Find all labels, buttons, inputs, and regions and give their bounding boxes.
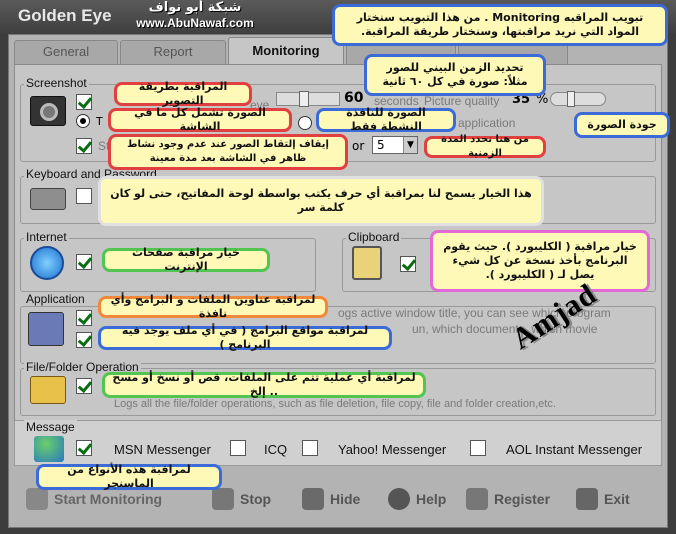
- yahoo-label: Yahoo! Messenger: [338, 442, 447, 457]
- exit-button[interactable]: Exit: [576, 484, 630, 514]
- msn-label: MSN Messenger: [114, 442, 211, 457]
- message-title: Message: [24, 420, 77, 434]
- screenshot-checkbox[interactable]: [76, 94, 92, 110]
- annotation-active-window: الصورة للنافذة النشطة فقط: [316, 106, 456, 133]
- exit-label: Exit: [604, 491, 630, 507]
- whole-screen-radio[interactable]: [76, 114, 90, 128]
- stop-icon: [212, 488, 234, 510]
- help-button[interactable]: Help: [388, 484, 446, 514]
- annotation-app-locations: لمراقبة مواقع البرامج ( في أي ملف يوجد ف…: [98, 324, 392, 351]
- hide-button[interactable]: Hide: [302, 484, 360, 514]
- site-logo-arabic: شبكة أبو نواف: [148, 0, 242, 15]
- stop-or-label: or: [352, 139, 365, 153]
- hide-label: Hide: [330, 491, 361, 507]
- application-title: Application: [24, 292, 87, 306]
- annotation-file-ops: لمراقبة أي عملية تتم على الملفات، قص أو …: [102, 371, 426, 398]
- app-locations-checkbox[interactable]: [76, 332, 92, 348]
- application-window-icon: [28, 312, 64, 346]
- aol-checkbox[interactable]: [470, 440, 486, 456]
- register-label: Register: [494, 491, 551, 507]
- tab-general[interactable]: General: [14, 40, 118, 64]
- active-window-radio[interactable]: [298, 116, 312, 130]
- tab-report[interactable]: Report: [120, 40, 226, 64]
- icq-checkbox[interactable]: [230, 440, 246, 456]
- aol-label: AOL Instant Messenger: [506, 442, 643, 457]
- annotation-stop-capture: إيقاف إلتقاط الصور عند عدم وجود نشاط ظاه…: [108, 134, 348, 170]
- chevron-down-icon: ▼: [403, 137, 417, 153]
- keyboard-checkbox[interactable]: [76, 188, 92, 204]
- stop-label: Stop: [240, 491, 272, 507]
- app-titles-checkbox[interactable]: [76, 310, 92, 326]
- internet-explorer-icon: [30, 246, 64, 280]
- folder-icon: [30, 376, 66, 404]
- quality-slider[interactable]: [550, 91, 606, 107]
- clipboard-checkbox[interactable]: [400, 256, 416, 272]
- whole-screen-label: T: [96, 115, 103, 128]
- minutes-dropdown[interactable]: 5 ▼: [372, 136, 418, 154]
- filefolder-desc: Logs all the file/folder operations, suc…: [114, 398, 556, 410]
- interval-value: 60: [344, 90, 364, 106]
- tab-monitoring[interactable]: Monitoring: [228, 37, 344, 65]
- annotation-messenger: لمراقبة هذه الأنواع من الماسنجر: [36, 463, 222, 490]
- clipboard-icon: [352, 246, 382, 280]
- help-label: Help: [416, 491, 447, 507]
- annotation-quality: جودة الصورة: [574, 112, 670, 138]
- annotation-keyboard: هذا الخيار يسمح لنا بمراقبة أي حرف يكتب …: [98, 176, 544, 226]
- internet-title: Internet: [24, 230, 69, 244]
- clipboard-title: Clipboard: [346, 230, 402, 244]
- yahoo-checkbox[interactable]: [302, 440, 318, 456]
- annotation-set-period: من هنا نحدد المدة الزمنية: [424, 134, 546, 159]
- annotation-app-titles: لمراقبة عناوين الملفات و البرامج وأي ناف…: [98, 293, 328, 320]
- help-icon: [388, 488, 410, 510]
- filefolder-checkbox[interactable]: [76, 378, 92, 394]
- play-icon: [26, 488, 48, 510]
- camera-icon: [30, 96, 66, 126]
- keyboard-icon: [30, 188, 66, 210]
- annotation-top: تبويب المراقبه Monitoring . من هذا التبو…: [332, 4, 668, 46]
- active-window-label: application: [458, 116, 516, 130]
- start-label: Start Monitoring: [54, 491, 163, 507]
- annotation-internet: خيار مراقبة صفحات الإنترنت: [102, 246, 270, 273]
- annotation-whole-screen: الصورة تشمل كل ما في الشاشة: [108, 106, 292, 133]
- exit-icon: [576, 488, 598, 510]
- spy-icon: [302, 488, 324, 510]
- annotation-clipboard: خيار مراقبة ( الكليبورد ). حيث يقوم البر…: [430, 230, 650, 292]
- annotation-interval: تحديد الزمن البيني للصور مثلاً: صورة في …: [364, 54, 546, 96]
- minutes-value: 5: [377, 138, 385, 152]
- register-button[interactable]: Register: [466, 484, 550, 514]
- tab-report-label: Report: [153, 44, 193, 59]
- site-logo: شبكة أبو نواف www.AbuNawaf.com: [120, 1, 270, 33]
- annotation-screenshot-method: المراقبة بطريقة التصوير: [114, 80, 252, 107]
- interval-slider[interactable]: [276, 91, 340, 107]
- stop-capture-checkbox[interactable]: [76, 138, 92, 154]
- tab-general-label: General: [42, 44, 90, 59]
- site-logo-url: www.AbuNawaf.com: [136, 16, 254, 30]
- internet-checkbox[interactable]: [76, 254, 92, 270]
- msn-checkbox[interactable]: [76, 440, 92, 456]
- app-title: Golden Eye: [18, 6, 112, 25]
- stop-button[interactable]: Stop: [212, 484, 271, 514]
- msn-people-icon: [34, 436, 64, 462]
- icq-label: ICQ: [264, 442, 288, 457]
- register-icon: [466, 488, 488, 510]
- screenshot-title: Screenshot: [24, 76, 89, 90]
- tab-monitoring-label: Monitoring: [252, 43, 320, 58]
